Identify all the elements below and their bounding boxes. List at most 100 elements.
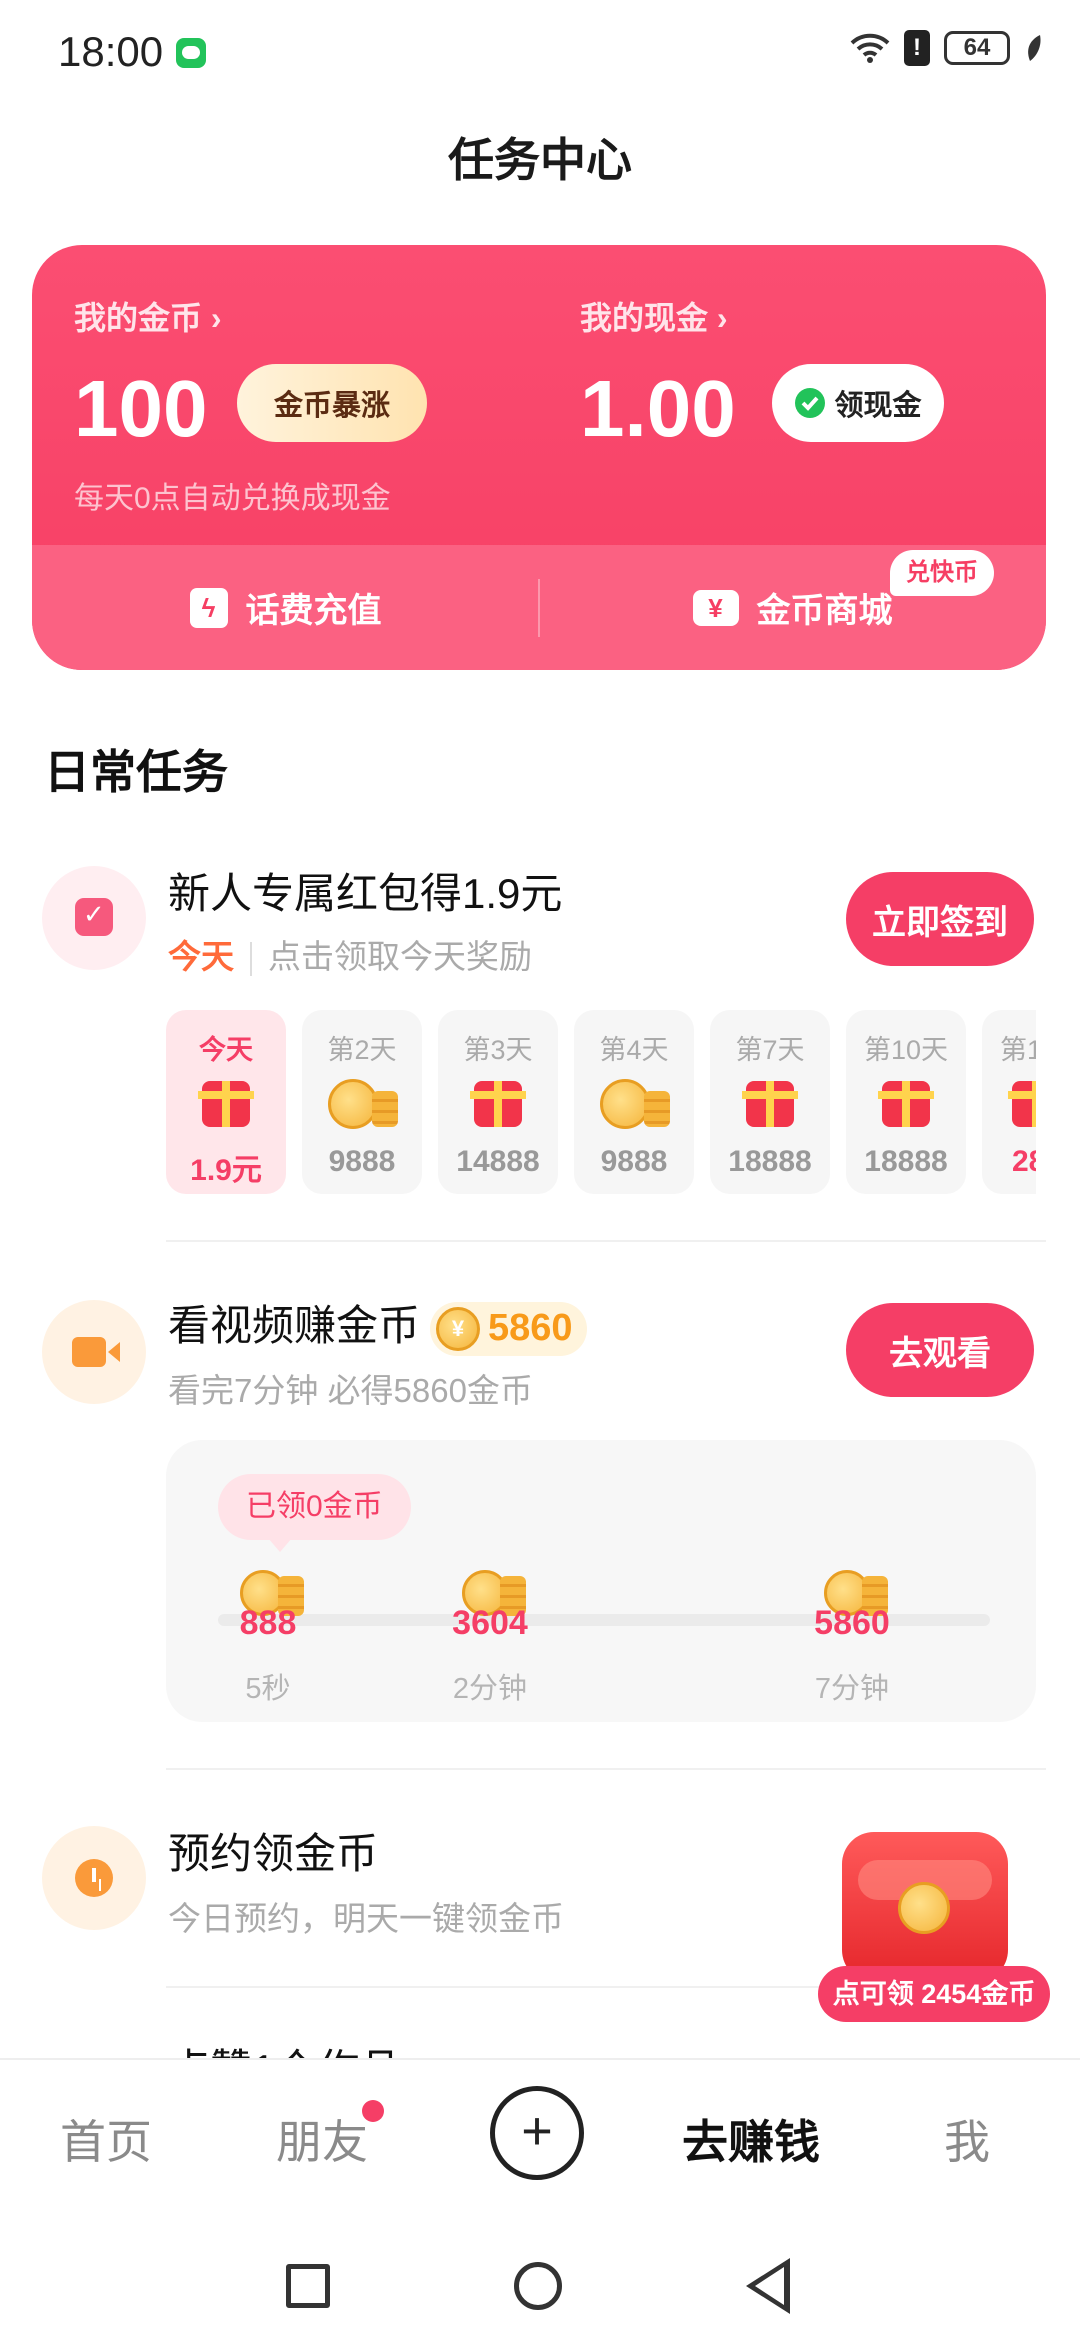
leaf-icon xyxy=(1028,35,1041,61)
back-icon[interactable] xyxy=(746,2258,790,2314)
separator xyxy=(250,942,252,977)
day-reward: 18888 xyxy=(728,1145,812,1178)
home-icon[interactable] xyxy=(514,2262,562,2310)
wifi-icon xyxy=(850,33,890,63)
status-bar: 18:00 ! 64 xyxy=(0,0,1080,100)
day-label: 第4天 xyxy=(599,1035,669,1065)
recents-icon[interactable] xyxy=(286,2264,330,2308)
day-card[interactable]: 第3天 14888 xyxy=(438,1010,558,1194)
withdraw-cash-button[interactable]: 领现金 xyxy=(772,364,944,442)
kuaibi-badge: 兑快币 xyxy=(890,550,994,596)
reserve-subtitle: 今日预约，明天一键领金币 xyxy=(168,1900,564,1937)
day-reward: 288 xyxy=(1012,1145,1036,1178)
milestone: 5860 7分钟 xyxy=(782,1570,922,1707)
exchange-note: 每天0点自动兑换成现金 xyxy=(74,482,391,515)
nav-home[interactable]: 首页 xyxy=(60,2106,152,2172)
nav-earn[interactable]: 去赚钱 xyxy=(682,2106,820,2172)
day-reward: 14888 xyxy=(456,1145,540,1178)
status-time: 18:00 xyxy=(58,28,164,75)
lightning-icon: ϟ xyxy=(189,587,228,628)
milestone-time: 7分钟 xyxy=(814,1673,890,1705)
signin-subtitle: 今天 点击领取今天奖励 xyxy=(168,930,532,978)
gift-icon xyxy=(1008,1081,1036,1127)
day-card[interactable]: 今天 1.9元 xyxy=(166,1010,286,1194)
milestone-time: 5秒 xyxy=(245,1673,291,1705)
coin-icon: ¥ xyxy=(436,1306,481,1351)
coin-mall-label: 金币商城 xyxy=(756,592,893,630)
day-card[interactable]: 第7天 18888 xyxy=(710,1010,830,1194)
coins-value: 100 xyxy=(74,364,208,453)
wallet-card: 我的金币 › 100 金币暴涨 我的现金 › 1.00 领现金 每天0点自动兑换… xyxy=(32,245,1046,670)
day-card[interactable]: 第4天 9888 xyxy=(574,1010,694,1194)
withdraw-cash-label: 领现金 xyxy=(834,390,922,422)
alert-icon: ! xyxy=(904,30,930,66)
watch-video-button[interactable]: 去观看 xyxy=(846,1303,1034,1397)
video-progress-card: 已领0金币 888 5秒 3604 2分钟 5860 7分钟 xyxy=(166,1440,1036,1722)
day-card[interactable]: 第2天 9888 xyxy=(302,1010,422,1194)
coin-stack-icon xyxy=(372,1091,398,1127)
milestone-value: 5860 xyxy=(814,1604,890,1642)
wechat-notification-icon xyxy=(176,38,206,68)
gift-icon xyxy=(198,1081,254,1127)
phone-recharge-button[interactable]: ϟ 话费充值 xyxy=(32,545,539,670)
coins-section[interactable]: 我的金币 › 100 xyxy=(74,293,222,449)
clock-icon xyxy=(42,1826,146,1930)
status-icons: ! 64 xyxy=(850,30,1044,66)
day-label: 第1 xyxy=(1000,1035,1036,1065)
milestone-value: 888 xyxy=(239,1604,297,1642)
coin-reward-chip: ¥5860 xyxy=(430,1301,587,1356)
day-reward: 1.9元 xyxy=(190,1154,262,1187)
video-task-title: 看视频赚金币 ¥5860 xyxy=(168,1292,587,1356)
page-title: 任务中心 xyxy=(448,134,632,186)
create-plus-button[interactable]: + xyxy=(490,2086,584,2180)
gift-icon xyxy=(742,1081,798,1127)
coin-boom-button[interactable]: 金币暴涨 xyxy=(237,364,427,442)
day-reward: 18888 xyxy=(864,1145,948,1178)
day-label: 第10天 xyxy=(863,1035,949,1065)
notification-dot xyxy=(362,2100,384,2122)
coin-boom-label: 金币暴涨 xyxy=(273,390,390,422)
day-card[interactable]: 第1 288 xyxy=(982,1010,1036,1194)
video-camera-icon xyxy=(42,1300,146,1404)
floating-red-packet[interactable]: 点可领 2454金币 xyxy=(818,1832,1050,2022)
gift-icon xyxy=(878,1081,934,1127)
coin-icon xyxy=(898,1882,950,1934)
today-tag: 今天 xyxy=(168,938,234,975)
video-title-text: 看视频赚金币 xyxy=(168,1302,421,1349)
claimed-coins-bubble: 已领0金币 xyxy=(218,1474,411,1552)
milestone-value: 3604 xyxy=(452,1604,528,1642)
signin-title: 新人专属红包得1.9元 xyxy=(168,870,563,917)
divider xyxy=(166,1240,1046,1242)
day-label: 第7天 xyxy=(735,1035,805,1065)
nav-friends[interactable]: 朋友 xyxy=(276,2106,368,2172)
wechat-pay-icon xyxy=(795,388,826,418)
day-label: 第2天 xyxy=(327,1035,397,1065)
day-label: 第3天 xyxy=(463,1035,533,1065)
bottom-nav: 首页 朋友 + 去赚钱 我 xyxy=(0,2058,1080,2206)
signin-hint: 点击领取今天奖励 xyxy=(268,938,532,975)
red-packet-label[interactable]: 点可领 2454金币 xyxy=(818,1966,1050,2022)
phone-recharge-label: 话费充值 xyxy=(245,592,382,630)
divider xyxy=(166,1768,1046,1770)
battery-icon: 64 xyxy=(944,31,1010,65)
milestone-time: 2分钟 xyxy=(452,1673,528,1705)
signin-days: 今天 1.9元 第2天 9888 第3天 14888 第4天 9888 第7天 … xyxy=(166,1010,1036,1194)
day-reward: 9888 xyxy=(328,1145,396,1178)
coin-stack-icon xyxy=(644,1091,670,1127)
day-label: 今天 xyxy=(199,1035,253,1065)
nav-me[interactable]: 我 xyxy=(944,2106,990,2172)
milestone: 3604 2分钟 xyxy=(420,1570,560,1707)
reserve-title: 预约领金币 xyxy=(168,1830,379,1877)
system-nav-bar xyxy=(0,2206,1080,2340)
coin-icon xyxy=(600,1079,650,1129)
ticket-icon: ¥ xyxy=(692,589,739,626)
coin-icon xyxy=(328,1079,378,1129)
cash-label[interactable]: 我的现金 › xyxy=(580,293,736,339)
signin-button[interactable]: 立即签到 xyxy=(846,872,1034,966)
daily-tasks-title: 日常任务 xyxy=(44,746,228,798)
coins-label[interactable]: 我的金币 › xyxy=(74,293,222,339)
milestone: 888 5秒 xyxy=(198,1570,338,1707)
calendar-icon xyxy=(42,866,146,970)
cash-section[interactable]: 我的现金 › 1.00 xyxy=(580,293,736,449)
day-card[interactable]: 第10天 18888 xyxy=(846,1010,966,1194)
